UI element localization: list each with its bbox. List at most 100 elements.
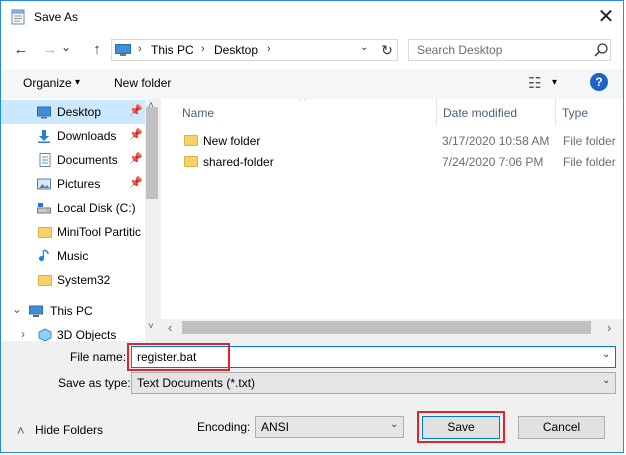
close-icon[interactable]: ✕: [591, 3, 621, 31]
pin-icon[interactable]: 📌: [129, 152, 143, 165]
view-dropdown-icon[interactable]: ▾: [552, 77, 557, 88]
sidebar-item-label: Local Disk (C:): [57, 201, 136, 215]
pin-icon[interactable]: 📌: [129, 176, 143, 189]
navigation-scrollbar-thumb[interactable]: [146, 107, 158, 199]
sidebar-item-desktop[interactable]: Desktop 📌: [1, 100, 145, 124]
sidebar-item-documents[interactable]: Documents 📌: [1, 148, 145, 172]
column-name[interactable]: Name: [182, 106, 214, 120]
breadcrumb-separator: ›: [138, 43, 142, 55]
up-icon[interactable]: ↑: [86, 39, 108, 61]
breadcrumb-separator: ›: [201, 43, 205, 55]
refresh-icon[interactable]: ↻: [378, 41, 396, 59]
file-row[interactable]: New folder 3/17/2020 10:58 AM File folde…: [161, 130, 623, 152]
address-bar[interactable]: › This PC › Desktop › ⌄ ↻: [111, 39, 398, 61]
command-bar: Organize ▾ New folder ☷ ▾ ?: [1, 69, 623, 99]
organize-button[interactable]: Organize: [23, 76, 72, 90]
save-as-type-value: Text Documents (*.txt): [137, 376, 256, 390]
search-box[interactable]: Search Desktop: [408, 39, 611, 61]
organize-dropdown-icon[interactable]: ▾: [75, 77, 80, 88]
file-list-scrollbar-thumb[interactable]: [182, 321, 591, 334]
save-as-type-dropdown-icon[interactable]: ⌄: [602, 375, 610, 386]
pin-icon[interactable]: 📌: [129, 128, 143, 141]
sidebar-item-label: This PC: [50, 304, 93, 318]
collapse-icon[interactable]: ⌄: [12, 302, 22, 316]
file-row[interactable]: shared-folder 7/24/2020 7:06 PM File fol…: [161, 151, 623, 173]
pc-icon: [29, 305, 43, 317]
save-as-type-label: Save as type:: [58, 376, 131, 390]
back-icon[interactable]: ←: [10, 39, 32, 61]
window-title: Save As: [34, 10, 79, 24]
documents-icon: [39, 153, 51, 167]
save-button-highlight: [417, 411, 505, 443]
hide-folders-button[interactable]: Hide Folders: [35, 423, 103, 437]
sidebar-item-label: MiniTool Partitic: [57, 225, 142, 239]
hide-folders-icon[interactable]: ˄: [17, 423, 25, 438]
folder-icon: [184, 156, 198, 167]
scroll-right-icon[interactable]: ›: [607, 320, 611, 335]
sidebar-item-this-pc[interactable]: ⌄ This PC: [1, 299, 145, 323]
save-as-type-select[interactable]: Text Documents (*.txt) ⌄: [131, 372, 616, 394]
sort-ascending-icon: ^: [300, 99, 306, 106]
3d-objects-icon: [38, 328, 52, 341]
sidebar-item-label: Documents: [57, 153, 118, 167]
folder-icon: [184, 135, 198, 146]
sidebar-item-label: 3D Objects: [57, 328, 117, 341]
search-icon[interactable]: [593, 42, 609, 58]
desktop-icon: [37, 106, 51, 119]
expand-icon[interactable]: ›: [21, 327, 25, 341]
column-divider[interactable]: [436, 99, 437, 125]
recent-locations-icon[interactable]: ⌄: [59, 36, 73, 58]
file-name-dropdown-icon[interactable]: ⌄: [602, 349, 610, 360]
forward-icon[interactable]: →: [39, 39, 61, 61]
notepad-icon: [11, 9, 25, 25]
sidebar-item-label: Pictures: [57, 177, 101, 191]
sidebar-item-label: Music: [57, 249, 89, 263]
folder-icon: [38, 227, 52, 238]
file-date: 3/17/2020 10:58 AM: [442, 134, 550, 148]
encoding-value: ANSI: [261, 420, 290, 434]
drive-icon: [37, 203, 51, 214]
file-name-label: File name:: [70, 350, 127, 364]
column-type[interactable]: Type: [562, 106, 588, 120]
sidebar-item-local-disk[interactable]: Local Disk (C:): [1, 196, 145, 220]
downloads-icon: [38, 130, 50, 143]
encoding-label: Encoding:: [197, 420, 251, 434]
file-name-highlight: [127, 343, 230, 371]
sidebar-item-music[interactable]: Music: [1, 244, 145, 268]
column-header-row: ^ Name Date modified Type: [161, 99, 623, 125]
sidebar-item-3d-objects[interactable]: › 3D Objects: [1, 325, 145, 341]
scroll-down-icon[interactable]: ˅: [148, 321, 154, 332]
title-bar: Save As ✕: [1, 1, 623, 33]
file-name: New folder: [203, 134, 261, 148]
encoding-select[interactable]: ANSI ⌄: [255, 416, 404, 438]
sidebar-item-downloads[interactable]: Downloads 📌: [1, 124, 145, 148]
cancel-button[interactable]: Cancel: [518, 416, 605, 439]
address-dropdown-icon[interactable]: ⌄: [360, 42, 368, 53]
sidebar-item-system32[interactable]: System32: [1, 268, 145, 292]
help-icon[interactable]: ?: [590, 73, 608, 91]
sidebar-item-label: System32: [57, 273, 111, 287]
pc-icon: [115, 44, 131, 56]
sidebar-item-label: Desktop: [57, 105, 102, 119]
scroll-left-icon[interactable]: ‹: [168, 320, 172, 335]
sidebar-item-minitool[interactable]: MiniTool Partitic: [1, 220, 145, 244]
breadcrumb-this-pc[interactable]: This PC: [151, 43, 194, 57]
file-date: 7/24/2020 7:06 PM: [442, 155, 544, 169]
sidebar-item-pictures[interactable]: Pictures 📌: [1, 172, 145, 196]
column-date-modified[interactable]: Date modified: [443, 106, 517, 120]
navigation-bar: ← → ⌄ ↑ › This PC › Desktop › ⌄ ↻ Search…: [1, 33, 623, 69]
search-input[interactable]: Search Desktop: [417, 43, 502, 57]
new-folder-button[interactable]: New folder: [114, 76, 171, 90]
column-divider[interactable]: [555, 99, 556, 125]
breadcrumb-separator: ›: [267, 43, 271, 55]
file-name: shared-folder: [203, 155, 274, 169]
file-type: File folder: [563, 155, 616, 169]
breadcrumb-desktop[interactable]: Desktop: [214, 43, 258, 57]
pictures-icon: [37, 178, 51, 190]
file-type: File folder: [563, 134, 616, 148]
pin-icon[interactable]: 📌: [129, 104, 143, 117]
encoding-dropdown-icon[interactable]: ⌄: [390, 419, 398, 430]
music-icon: [39, 249, 49, 262]
save-as-dialog: Save As ✕ ← → ⌄ ↑ › This PC › Desktop › …: [0, 0, 624, 453]
view-icon[interactable]: ☷: [528, 74, 541, 92]
